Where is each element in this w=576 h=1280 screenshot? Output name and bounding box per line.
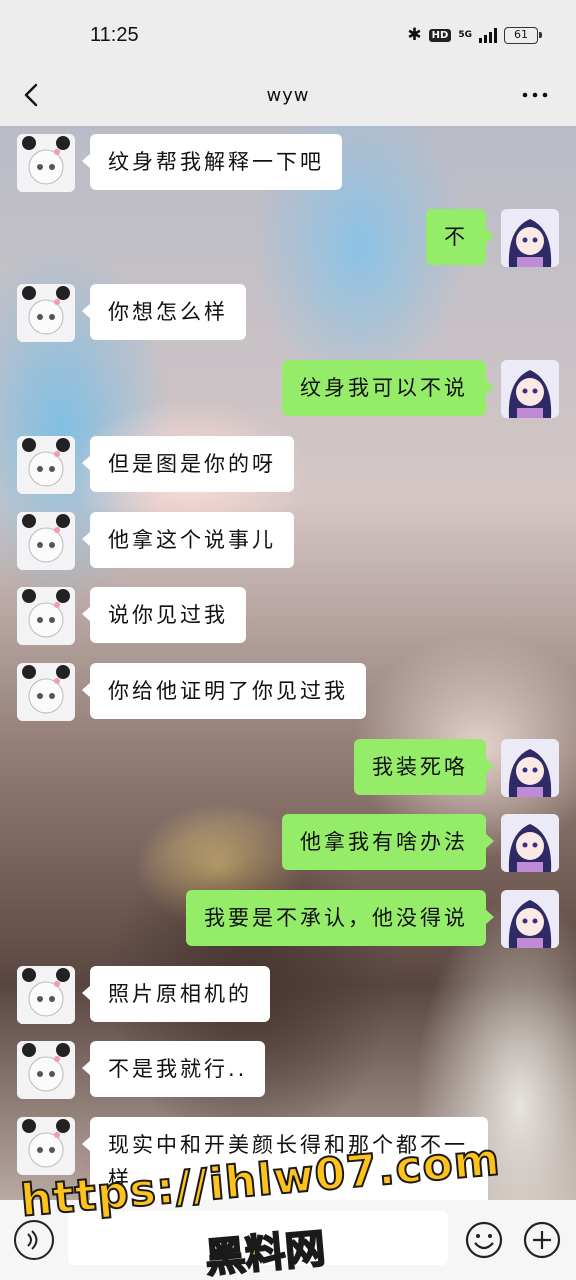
message-bubble[interactable]: 我要是不承认，他没得说 bbox=[186, 890, 494, 946]
contact-avatar[interactable] bbox=[17, 1041, 75, 1099]
message-row: 我装死咯 bbox=[354, 739, 559, 797]
self-avatar[interactable] bbox=[501, 739, 559, 797]
contact-avatar[interactable] bbox=[17, 284, 75, 342]
message-bubble[interactable]: 纹身帮我解释一下吧 bbox=[82, 134, 342, 190]
voice-icon bbox=[27, 1230, 38, 1250]
emoji-button[interactable] bbox=[464, 1220, 504, 1260]
input-bar bbox=[0, 1200, 576, 1280]
message-bubble[interactable]: 我装死咯 bbox=[354, 739, 494, 795]
contact-avatar[interactable] bbox=[17, 512, 75, 570]
self-avatar[interactable] bbox=[501, 814, 559, 872]
message-bubble[interactable]: 但是图是你的呀 bbox=[82, 436, 294, 492]
chat-title: wyw bbox=[266, 85, 310, 106]
message-bubble[interactable]: 纹身我可以不说 bbox=[282, 360, 494, 416]
message-row: 照片原相机的 bbox=[17, 966, 270, 1024]
signal-icon bbox=[479, 27, 497, 43]
bluetooth-icon: ✱ bbox=[407, 25, 422, 45]
status-time: 11:25 bbox=[90, 24, 139, 46]
message-input[interactable] bbox=[68, 1211, 448, 1265]
status-bar: 11:25 ✱ HD 5G 61 bbox=[0, 0, 576, 68]
emoji-icon bbox=[465, 1221, 503, 1259]
message-bubble[interactable]: 他拿我有啥办法 bbox=[282, 814, 494, 870]
contact-avatar[interactable] bbox=[17, 966, 75, 1024]
self-avatar[interactable] bbox=[501, 890, 559, 948]
self-avatar[interactable] bbox=[501, 360, 559, 418]
message-bubble[interactable]: 照片原相机的 bbox=[82, 966, 270, 1022]
message-row: 说你见过我 bbox=[17, 587, 246, 645]
contact-avatar[interactable] bbox=[17, 436, 75, 494]
message-bubble[interactable]: 不是我就行.. bbox=[81, 1041, 266, 1097]
more-dots-icon bbox=[522, 92, 548, 98]
message-bubble[interactable]: 说你见过我 bbox=[82, 587, 246, 643]
message-row: 我要是不承认，他没得说 bbox=[186, 890, 559, 948]
message-row: 现实中和开美颜长得和那个都不一样 bbox=[17, 1117, 488, 1200]
message-bubble[interactable]: 现实中和开美颜长得和那个都不一样 bbox=[82, 1117, 488, 1200]
message-bubble[interactable]: 他拿这个说事儿 bbox=[82, 512, 294, 568]
message-bubble[interactable]: 不 bbox=[426, 209, 494, 265]
contact-avatar[interactable] bbox=[17, 663, 75, 721]
hd-badge: HD bbox=[428, 28, 452, 42]
plus-icon bbox=[523, 1221, 561, 1259]
contact-avatar[interactable] bbox=[17, 134, 75, 192]
message-row: 但是图是你的呀 bbox=[17, 436, 294, 494]
chat-area[interactable]: 纹身帮我解释一下吧 不 你想怎么样 纹身我可以不说 但是图是你的呀 他拿这个说事… bbox=[0, 126, 576, 1200]
contact-avatar[interactable] bbox=[17, 587, 75, 645]
message-row: 纹身帮我解释一下吧 bbox=[17, 134, 342, 192]
message-row: 他拿我有啥办法 bbox=[282, 814, 559, 872]
message-row: 不是我就行.. bbox=[17, 1041, 266, 1099]
message-row: 你给他证明了你见过我 bbox=[17, 663, 366, 721]
more-button[interactable] bbox=[520, 80, 550, 116]
status-icons: ✱ HD 5G 61 bbox=[407, 25, 542, 45]
message-bubble[interactable]: 你想怎么样 bbox=[82, 284, 246, 340]
more-actions-button[interactable] bbox=[522, 1220, 562, 1260]
message-bubble[interactable]: 你给他证明了你见过我 bbox=[82, 663, 366, 719]
battery-indicator: 61 bbox=[504, 26, 542, 44]
self-avatar[interactable] bbox=[501, 209, 559, 267]
message-row: 不 bbox=[426, 209, 559, 267]
voice-button[interactable] bbox=[14, 1220, 54, 1260]
network-label: 5G bbox=[458, 29, 472, 40]
message-row: 你想怎么样 bbox=[17, 284, 246, 342]
contact-avatar[interactable] bbox=[17, 1117, 75, 1175]
message-row: 他拿这个说事儿 bbox=[17, 512, 294, 570]
message-row: 纹身我可以不说 bbox=[282, 360, 559, 418]
chat-header: wyw bbox=[0, 68, 576, 126]
